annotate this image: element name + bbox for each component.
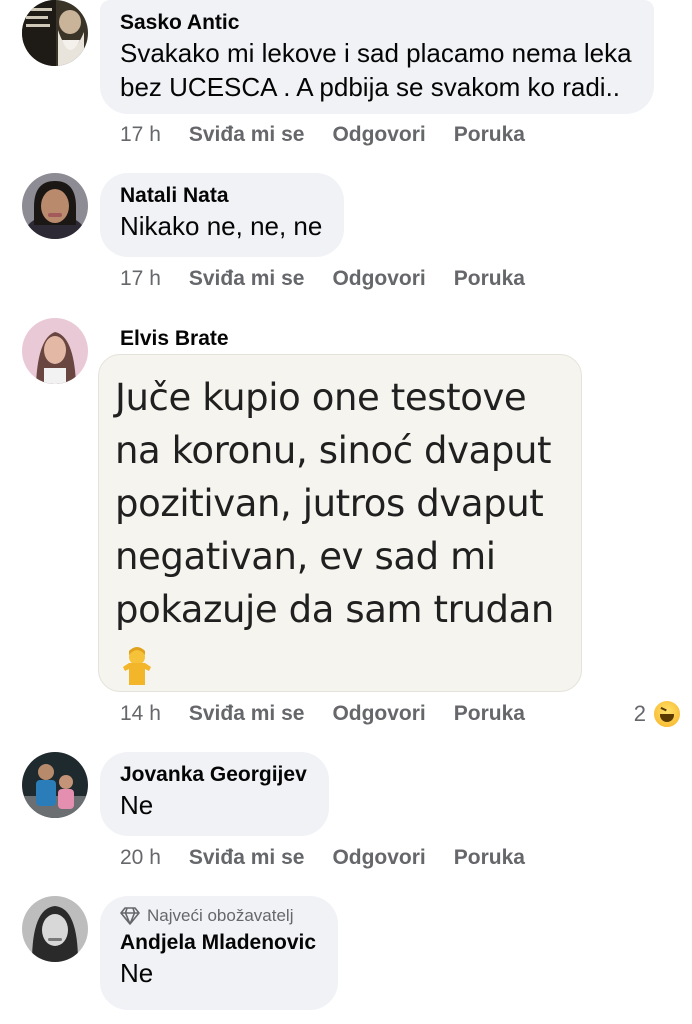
image-text: Juče kupio one testove na koronu, sinoć … bbox=[115, 371, 575, 636]
avatar[interactable] bbox=[22, 318, 88, 384]
message-button[interactable]: Poruka bbox=[454, 267, 525, 291]
image-text-line: na koronu, sinoć dvaput bbox=[115, 429, 552, 472]
reaction-count: 2 bbox=[633, 701, 646, 726]
comment-actions: 17 h Sviđa mi se Odgovori Poruka bbox=[120, 267, 553, 291]
comment-text-line: Svakako mi lekove i sad placamo nema lek… bbox=[120, 38, 632, 68]
comment-time[interactable]: 17 h bbox=[120, 123, 161, 147]
diamond-icon bbox=[120, 907, 140, 925]
avatar[interactable] bbox=[22, 896, 88, 962]
top-fan-badge: Najveći obožavatelj bbox=[120, 906, 316, 926]
comment-bubble: Natali Nata Nikako ne, ne, ne bbox=[100, 173, 345, 257]
avatar[interactable] bbox=[22, 752, 88, 818]
reaction-summary[interactable]: 2 bbox=[634, 699, 682, 729]
comment-author[interactable]: Jovanka Georgijev bbox=[120, 762, 307, 788]
comment-text: Nikako ne, ne, ne bbox=[120, 211, 323, 241]
comment-time[interactable]: 14 h bbox=[120, 702, 161, 726]
comment-time[interactable]: 20 h bbox=[120, 846, 161, 870]
image-text-line: Juče kupio one testove bbox=[115, 376, 527, 419]
like-button[interactable]: Sviđa mi se bbox=[189, 702, 305, 726]
comment-author[interactable]: Andjela Mladenovic bbox=[120, 930, 316, 956]
like-button[interactable]: Sviđa mi se bbox=[189, 267, 305, 291]
image-text-line: pozitivan, jutros dvaput bbox=[115, 482, 544, 525]
image-text-line: pokazuje da sam trudan bbox=[115, 588, 554, 631]
message-button[interactable]: Poruka bbox=[454, 123, 525, 147]
comment-author[interactable]: Natali Nata bbox=[120, 183, 322, 209]
avatar[interactable] bbox=[22, 173, 88, 239]
comment-actions: 14 h Sviđa mi se Odgovori Poruka bbox=[120, 702, 553, 726]
comment-author[interactable]: Elvis Brate bbox=[120, 326, 229, 352]
comment-text-line: bez UCESCA . A pdbija se svakom ko radi.… bbox=[120, 72, 621, 102]
comment-image[interactable]: Juče kupio one testove na koronu, sinoć … bbox=[98, 354, 582, 692]
comment-time[interactable]: 17 h bbox=[120, 267, 161, 291]
comment-text: Ne bbox=[120, 790, 154, 820]
comment-bubble: Jovanka Georgijev Ne bbox=[100, 752, 329, 836]
comment-actions: 20 h Sviđa mi se Odgovori Poruka bbox=[120, 846, 553, 870]
reply-button[interactable]: Odgovori bbox=[332, 267, 425, 291]
comment-bubble: Sasko Antic Svakako mi lekove i sad plac… bbox=[100, 0, 654, 114]
reply-button[interactable]: Odgovori bbox=[332, 702, 425, 726]
comment-author[interactable]: Sasko Antic bbox=[120, 10, 632, 36]
comment-text: Svakako mi lekove i sad placamo nema lek… bbox=[120, 36, 632, 104]
like-button[interactable]: Sviđa mi se bbox=[189, 846, 305, 870]
avatar[interactable] bbox=[22, 0, 88, 66]
like-button[interactable]: Sviđa mi se bbox=[189, 123, 305, 147]
reply-button[interactable]: Odgovori bbox=[332, 123, 425, 147]
message-button[interactable]: Poruka bbox=[454, 702, 525, 726]
image-text-line: negativan, ev sad mi bbox=[115, 535, 496, 578]
comment-text: Ne bbox=[120, 958, 154, 988]
badge-label: Najveći obožavatelj bbox=[147, 906, 294, 925]
comment-bubble: Najveći obožavatelj Andjela Mladenovic N… bbox=[100, 896, 339, 1010]
reply-button[interactable]: Odgovori bbox=[332, 846, 425, 870]
person-shrugging-emoji bbox=[123, 647, 151, 685]
message-button[interactable]: Poruka bbox=[454, 846, 525, 870]
comment-actions: 17 h Sviđa mi se Odgovori Poruka bbox=[120, 123, 553, 147]
haha-reaction-icon bbox=[652, 699, 682, 729]
